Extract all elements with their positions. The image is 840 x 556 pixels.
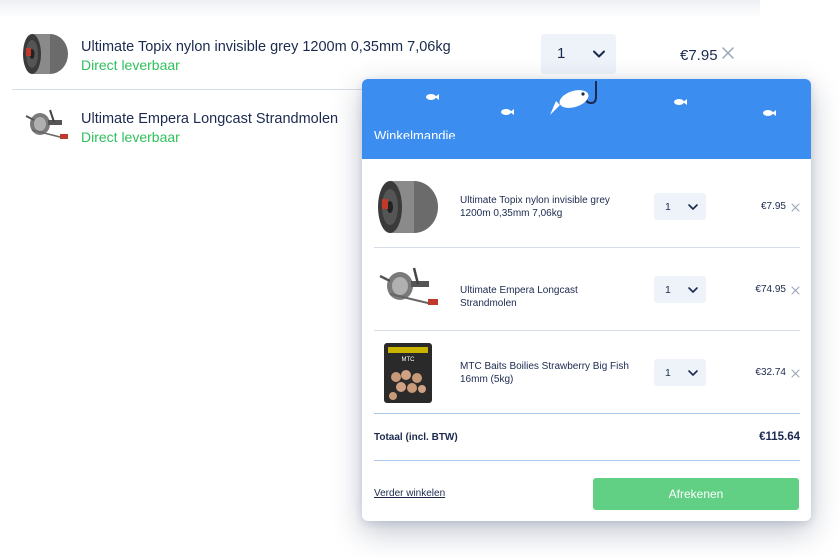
- total-label: Totaal (incl. BTW): [374, 432, 458, 443]
- fish-icon: [763, 110, 776, 116]
- continue-shopping-link[interactable]: Verder winkelen: [374, 488, 445, 499]
- quantity-value: 1: [665, 284, 671, 296]
- close-icon[interactable]: [791, 203, 800, 212]
- chevron-down-icon: [688, 287, 698, 293]
- quantity-value: 1: [665, 367, 671, 379]
- quantity-value: 1: [557, 45, 566, 62]
- product-name[interactable]: Ultimate Empera Longcast Strandmolen: [81, 111, 338, 127]
- quantity-select[interactable]: 1: [654, 359, 706, 386]
- close-icon[interactable]: [791, 286, 800, 295]
- fishing-line-spool-icon: [378, 181, 438, 233]
- quantity-select[interactable]: 1: [654, 193, 706, 220]
- chevron-down-icon: [688, 204, 698, 210]
- top-shadow: [0, 0, 760, 18]
- svg-text:MTC: MTC: [402, 357, 416, 363]
- cart-item: MTC MTC Baits Boilies Strawberry Big Fis…: [374, 331, 800, 414]
- close-icon[interactable]: [791, 369, 800, 378]
- product-price: €7.95: [680, 47, 718, 64]
- fishing-line-spool-icon: [23, 34, 68, 74]
- boilies-bag-icon: MTC: [384, 343, 432, 403]
- quantity-select[interactable]: 1: [654, 276, 706, 303]
- cart-item: Ultimate Topix nylon invisible grey 1200…: [374, 165, 800, 248]
- quantity-select[interactable]: 1: [541, 34, 616, 74]
- cart-item-name[interactable]: Ultimate Topix nylon invisible grey 1200…: [460, 194, 635, 220]
- stock-status: Direct leverbaar: [81, 129, 180, 145]
- cart-popup: Winkelmandje Ultimate Topix nylon invisi…: [362, 79, 811, 521]
- checkout-button[interactable]: Afrekenen: [593, 478, 799, 510]
- fish-on-hook-icon: [550, 81, 597, 115]
- fish-icon: [501, 109, 514, 115]
- cart-item-name[interactable]: MTC Baits Boilies Strawberry Big Fish 16…: [460, 360, 635, 386]
- cart-total: Totaal (incl. BTW) €115.64: [374, 415, 800, 461]
- fishing-reel-icon: [25, 109, 68, 139]
- wave-divider: [362, 139, 811, 155]
- stock-status: Direct leverbaar: [81, 57, 180, 73]
- fish-icon: [426, 94, 439, 100]
- quantity-value: 1: [665, 201, 671, 213]
- total-value: €115.64: [759, 431, 800, 443]
- cart-item-price: €32.74: [755, 367, 786, 378]
- fish-icon: [674, 99, 687, 105]
- cart-item: Ultimate Empera Longcast Strandmolen 1 €…: [374, 248, 800, 331]
- fishing-reel-icon: [379, 267, 438, 305]
- cart-item-price: €74.95: [755, 284, 786, 295]
- cart-item-name[interactable]: Ultimate Empera Longcast Strandmolen: [460, 284, 635, 310]
- product-name[interactable]: Ultimate Topix nylon invisible grey 1200…: [81, 39, 451, 55]
- close-icon[interactable]: [721, 46, 735, 60]
- chevron-down-icon: [593, 50, 605, 58]
- chevron-down-icon: [688, 370, 698, 376]
- cart-item-price: €7.95: [760, 201, 786, 212]
